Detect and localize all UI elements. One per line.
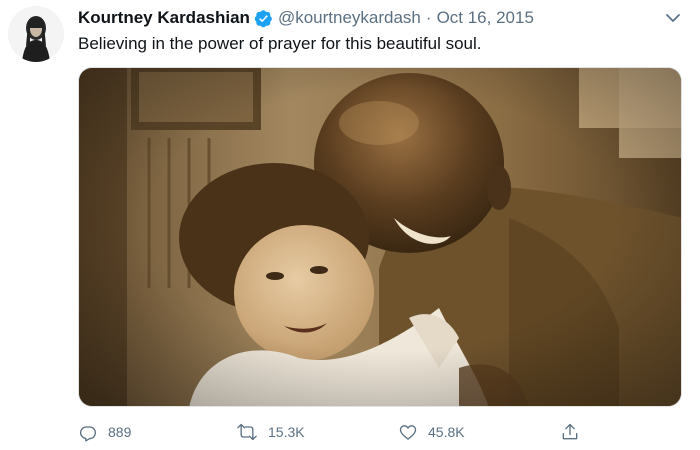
heart-icon — [398, 422, 418, 442]
chevron-down-icon[interactable] — [663, 8, 683, 28]
retweet-button[interactable]: 15.3K — [236, 418, 305, 446]
reply-button[interactable]: 889 — [78, 418, 131, 446]
like-button[interactable]: 45.8K — [398, 418, 465, 446]
retweet-count: 15.3K — [268, 424, 305, 440]
retweet-icon — [236, 422, 258, 442]
tweet-actions: 889 15.3K 45.8K — [0, 418, 700, 446]
header-separator: · — [425, 8, 432, 27]
tweet-header: Kourtney Kardashian @kourtneykardash · O… — [78, 7, 534, 29]
like-count: 45.8K — [428, 424, 465, 440]
verified-badge-icon — [254, 9, 273, 28]
author-handle[interactable]: @kourtneykardash — [278, 8, 421, 28]
reply-count: 889 — [108, 424, 132, 440]
tweet-photo[interactable] — [78, 67, 682, 407]
tweet-card[interactable]: Kourtney Kardashian @kourtneykardash · O… — [0, 0, 700, 450]
share-icon — [560, 422, 580, 442]
share-button[interactable] — [560, 418, 580, 446]
avatar[interactable] — [8, 6, 64, 62]
tweet-date[interactable]: Oct 16, 2015 — [437, 8, 534, 28]
reply-icon — [78, 422, 98, 442]
tweet-text: Believing in the power of prayer for thi… — [78, 34, 482, 53]
author-display-name[interactable]: Kourtney Kardashian — [78, 8, 250, 28]
